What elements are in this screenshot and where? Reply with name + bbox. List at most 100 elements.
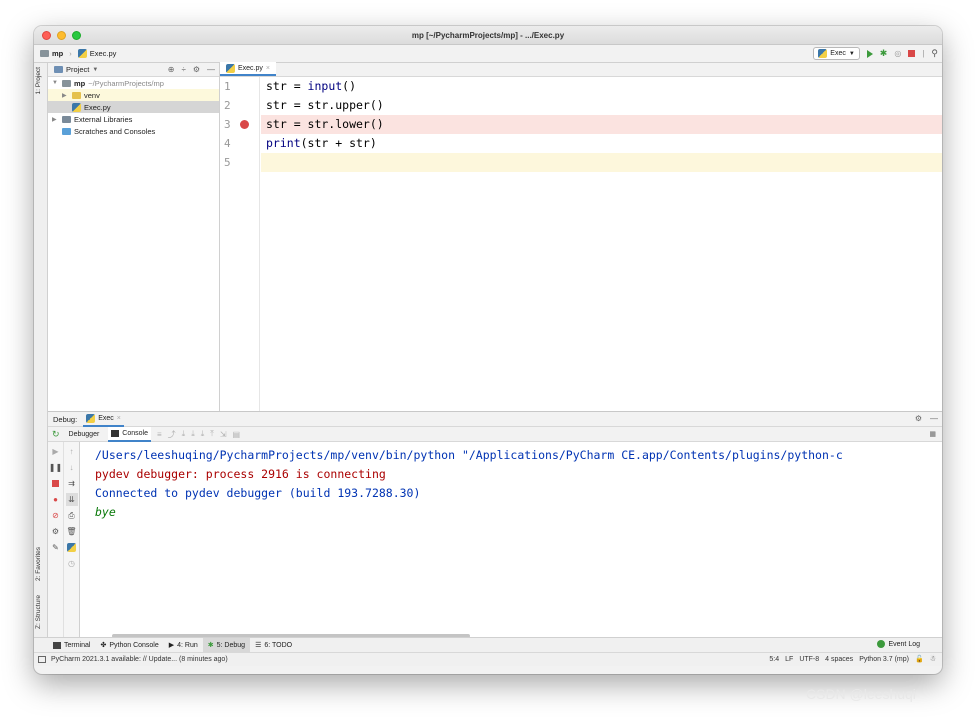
scroll-to-end-icon[interactable]: ⇊ — [65, 493, 78, 506]
code-line-current[interactable] — [261, 153, 942, 172]
close-tab-icon[interactable]: × — [117, 415, 121, 422]
down-arrow-icon[interactable]: ↓ — [66, 461, 78, 474]
gear-icon[interactable]: ⚙ — [193, 65, 200, 74]
collapsed-arrow-icon[interactable]: ▶ — [52, 116, 59, 123]
tab-run[interactable]: ▶ 4: Run — [164, 638, 203, 653]
tab-python-console[interactable]: ✤ Python Console — [95, 638, 163, 653]
interpreter[interactable]: Python 3.7 (mp) — [859, 656, 909, 663]
run-to-cursor-icon[interactable]: ⇲ — [220, 430, 227, 439]
debug-header-tools: ⚙ — — [915, 414, 938, 423]
tab-todo[interactable]: ☰ 6: TODO — [250, 638, 297, 653]
tab-debugger[interactable]: Debugger — [66, 427, 103, 442]
debug-icon[interactable]: ✱ — [880, 48, 888, 59]
layout-icon[interactable]: ▦ — [929, 430, 936, 438]
lock-icon[interactable]: 🔓 — [915, 655, 924, 663]
file-encoding[interactable]: UTF-8 — [799, 656, 819, 663]
code-line-breakpoint[interactable]: str = str.lower() — [261, 115, 942, 134]
close-window-button[interactable] — [42, 31, 51, 40]
run-icon[interactable] — [866, 49, 873, 58]
show-execution-point-icon[interactable]: ⤴ — [168, 429, 176, 440]
stop-icon[interactable] — [50, 477, 62, 490]
pin-icon[interactable]: ✎ — [50, 541, 62, 554]
step-into-my-code-icon[interactable]: ⤓ — [201, 429, 205, 439]
collapsed-arrow-icon[interactable]: ▶ — [62, 92, 69, 99]
tab-structure[interactable]: Z: Structure — [35, 595, 42, 629]
step-into-icon[interactable]: ⤓ — [191, 429, 195, 439]
locate-icon[interactable]: ⊕ — [168, 65, 175, 74]
trash-icon[interactable]: 🗑 — [66, 525, 78, 538]
step-out-icon[interactable]: ⤒ — [210, 429, 214, 439]
tab-console[interactable]: Console — [108, 426, 151, 442]
python-console-icon[interactable] — [66, 541, 78, 554]
editor-tab-label: Exec.py — [238, 64, 263, 72]
maximize-window-button[interactable] — [72, 31, 81, 40]
debug-subtabs: ↻ Debugger Console ≡ ⤴ ⤓ ⤓ ⤓ ⤒ ⇲ ▤ ▦ — [48, 426, 942, 442]
view-breakpoints-icon[interactable]: ● — [50, 493, 62, 506]
inspector-icon[interactable]: ☃ — [930, 655, 936, 663]
soft-wrap-icon[interactable]: ⇉ — [66, 477, 78, 490]
line-number: 5 — [224, 156, 231, 169]
hide-icon[interactable]: — — [930, 414, 938, 423]
minimize-window-button[interactable] — [57, 31, 66, 40]
chevron-down-icon[interactable]: ▼ — [92, 67, 98, 73]
print-icon[interactable]: ⎙ — [66, 509, 78, 522]
caret-position[interactable]: 5:4 — [769, 656, 779, 663]
line-separator[interactable]: LF — [785, 656, 793, 663]
tree-item-exec[interactable]: Exec.py — [48, 101, 219, 113]
navigation-bar: mp › Exec.py Exec ▼ ✱ ◎ | ⚲ — [34, 45, 942, 63]
breakpoint-icon[interactable] — [240, 120, 249, 129]
folder-icon — [72, 91, 81, 99]
status-message[interactable]: PyCharm 2021.3.1 available: // Update...… — [51, 656, 228, 663]
console-output[interactable]: /Users/leeshuqing/PycharmProjects/mp/ven… — [84, 442, 942, 632]
rerun-icon[interactable]: ↻ — [52, 429, 60, 440]
clock-icon[interactable]: ◷ — [66, 557, 78, 570]
gutter[interactable]: 1 2 3 4 5 — [220, 77, 260, 411]
tab-project[interactable]: 1: Project — [35, 67, 42, 94]
project-panel-header: Project ▼ ⊕ ÷ ⚙ — — [48, 63, 219, 77]
up-arrow-icon[interactable]: ↑ — [66, 445, 78, 458]
tree-item-root[interactable]: ▼ mp ~/PycharmProjects/mp — [48, 77, 219, 89]
run-configuration-label: Exec — [830, 50, 846, 57]
breadcrumb-file[interactable]: Exec.py — [90, 49, 117, 58]
title-bar: mp [~/PycharmProjects/mp] - .../Exec.py — [34, 26, 942, 45]
line-number: 2 — [224, 99, 231, 112]
collapse-all-icon[interactable]: ÷ — [181, 65, 185, 74]
indent-setting[interactable]: 4 spaces — [825, 656, 853, 663]
menu-icon[interactable]: ≡ — [157, 430, 162, 439]
evaluate-icon[interactable]: ▤ — [233, 430, 241, 439]
debug-session-tab[interactable]: Exec × — [83, 412, 124, 427]
event-log-button[interactable]: Event Log — [877, 640, 920, 648]
code-line[interactable]: str = str.upper() — [261, 96, 942, 115]
code-line[interactable]: print(str + str) — [261, 134, 942, 153]
project-view-select[interactable]: Project — [66, 65, 89, 74]
expanded-arrow-icon[interactable]: ▼ — [52, 80, 59, 86]
close-tab-icon[interactable]: × — [266, 65, 270, 72]
search-icon[interactable]: ⚲ — [931, 48, 938, 59]
tab-debug[interactable]: ✱ 5: Debug — [202, 637, 251, 653]
console-line-command: /Users/leeshuqing/PycharmProjects/mp/ven… — [95, 448, 843, 462]
breadcrumb-project[interactable]: mp — [52, 49, 63, 58]
code-area[interactable]: 1 2 3 4 5 str = input() str = str.upper(… — [220, 77, 942, 411]
mute-breakpoints-icon[interactable]: ⊘ — [50, 509, 62, 522]
tab-debug-label: 5: Debug — [216, 641, 246, 649]
tree-item-venv[interactable]: ▶ venv — [48, 89, 219, 101]
python-console-icon: ✤ — [100, 642, 107, 649]
code-line[interactable]: str = input() — [261, 77, 942, 96]
toggle-tool-windows-icon[interactable] — [38, 656, 46, 663]
tab-terminal[interactable]: Terminal — [48, 638, 95, 653]
tree-item-scratches[interactable]: Scratches and Consoles — [48, 125, 219, 137]
settings-icon[interactable]: ⚙ — [50, 525, 62, 538]
tab-exec-py[interactable]: Exec.py × — [220, 62, 276, 76]
run-configuration-select[interactable]: Exec ▼ — [813, 47, 860, 60]
coverage-icon[interactable]: ◎ — [894, 49, 901, 58]
tab-favorites[interactable]: 2: Favorites — [35, 547, 42, 581]
step-over-icon[interactable]: ⤓ — [182, 429, 186, 439]
stop-icon[interactable] — [908, 50, 916, 57]
run-icon: ▶ — [168, 642, 175, 649]
gear-icon[interactable]: ⚙ — [915, 414, 922, 423]
hide-icon[interactable]: — — [207, 65, 215, 74]
pause-icon[interactable]: ❚❚ — [49, 461, 62, 474]
resume-icon[interactable]: ▶ — [50, 445, 62, 458]
tree-item-external-libraries[interactable]: ▶ External Libraries — [48, 113, 219, 125]
bottom-tool-tabs: Terminal ✤ Python Console ▶ 4: Run ✱ 5: … — [34, 637, 942, 653]
